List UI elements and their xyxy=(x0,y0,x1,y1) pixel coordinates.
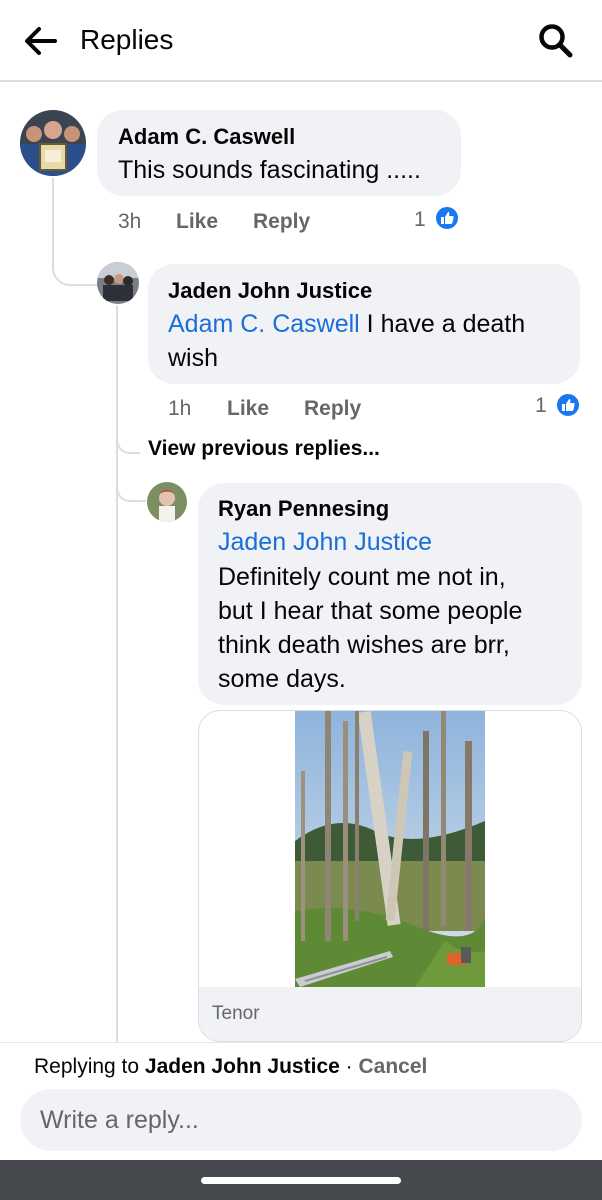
avatar[interactable] xyxy=(20,110,86,176)
comment-author[interactable]: Jaden John Justice xyxy=(168,278,372,304)
replying-to-name: Jaden John Justice xyxy=(144,1055,340,1078)
avatar[interactable] xyxy=(147,482,187,522)
mention-link[interactable]: Jaden John Justice xyxy=(218,525,432,559)
comment-text: This sounds fascinating ..... xyxy=(118,156,421,184)
gif-footer: Tenor xyxy=(199,987,581,1041)
comment-text-line: Definitely count me not in, xyxy=(218,563,506,591)
arrow-left-icon xyxy=(25,27,57,55)
comment-text-line: think death wishes are brr, xyxy=(218,631,510,659)
replying-to-label: Replying to Jaden John Justice · Cancel xyxy=(34,1055,427,1079)
comment-text: Adam C. Caswell I have a death wish xyxy=(168,307,568,375)
thumbs-up-icon[interactable] xyxy=(555,392,581,418)
thumbs-up-icon[interactable] xyxy=(434,205,460,231)
like-button[interactable]: Like xyxy=(176,210,218,234)
separator-dot: · xyxy=(339,1055,359,1078)
comment-author[interactable]: Ryan Pennesing xyxy=(218,496,389,522)
top-bar: Replies xyxy=(0,0,602,82)
reply-composer: Replying to Jaden John Justice · Cancel xyxy=(0,1042,602,1160)
mention-link[interactable]: Adam C. Caswell xyxy=(168,310,360,338)
thread-line xyxy=(116,470,146,502)
cancel-reply-button[interactable]: Cancel xyxy=(358,1055,427,1078)
comment-time: 1h xyxy=(168,397,192,420)
gif-attachment[interactable]: Tenor xyxy=(198,710,582,1042)
reply-input[interactable] xyxy=(20,1089,582,1151)
system-navigation-bar xyxy=(0,1160,602,1200)
view-previous-replies-link[interactable]: View previous replies... xyxy=(148,437,380,461)
avatar[interactable] xyxy=(97,262,139,304)
like-button[interactable]: Like xyxy=(227,397,269,421)
comment-text-part: wish xyxy=(168,344,219,372)
thread-line xyxy=(116,305,118,1042)
reply-button[interactable]: Reply xyxy=(304,397,361,421)
comment-author[interactable]: Adam C. Caswell xyxy=(118,124,295,150)
reaction-count[interactable]: 1 xyxy=(535,394,547,418)
comment-time: 3h xyxy=(118,210,142,233)
back-button[interactable] xyxy=(18,18,64,64)
gif-source-label: Tenor xyxy=(212,1003,260,1024)
comment-text-part: I have a death xyxy=(359,310,526,338)
thread-line xyxy=(116,420,140,454)
replying-prefix: Replying to xyxy=(34,1055,145,1078)
comment-text: Definitely count me not in, but I hear t… xyxy=(218,560,522,696)
search-button[interactable] xyxy=(534,19,578,63)
gif-image[interactable] xyxy=(295,711,485,987)
page-title: Replies xyxy=(80,24,174,55)
thread-line xyxy=(52,178,98,286)
reaction-count[interactable]: 1 xyxy=(414,208,426,232)
home-indicator[interactable] xyxy=(201,1177,401,1184)
search-icon xyxy=(539,24,573,58)
comment-text-line: but I hear that some people xyxy=(218,597,523,625)
comment-text-line: some days. xyxy=(218,665,346,693)
reply-button[interactable]: Reply xyxy=(253,210,310,234)
